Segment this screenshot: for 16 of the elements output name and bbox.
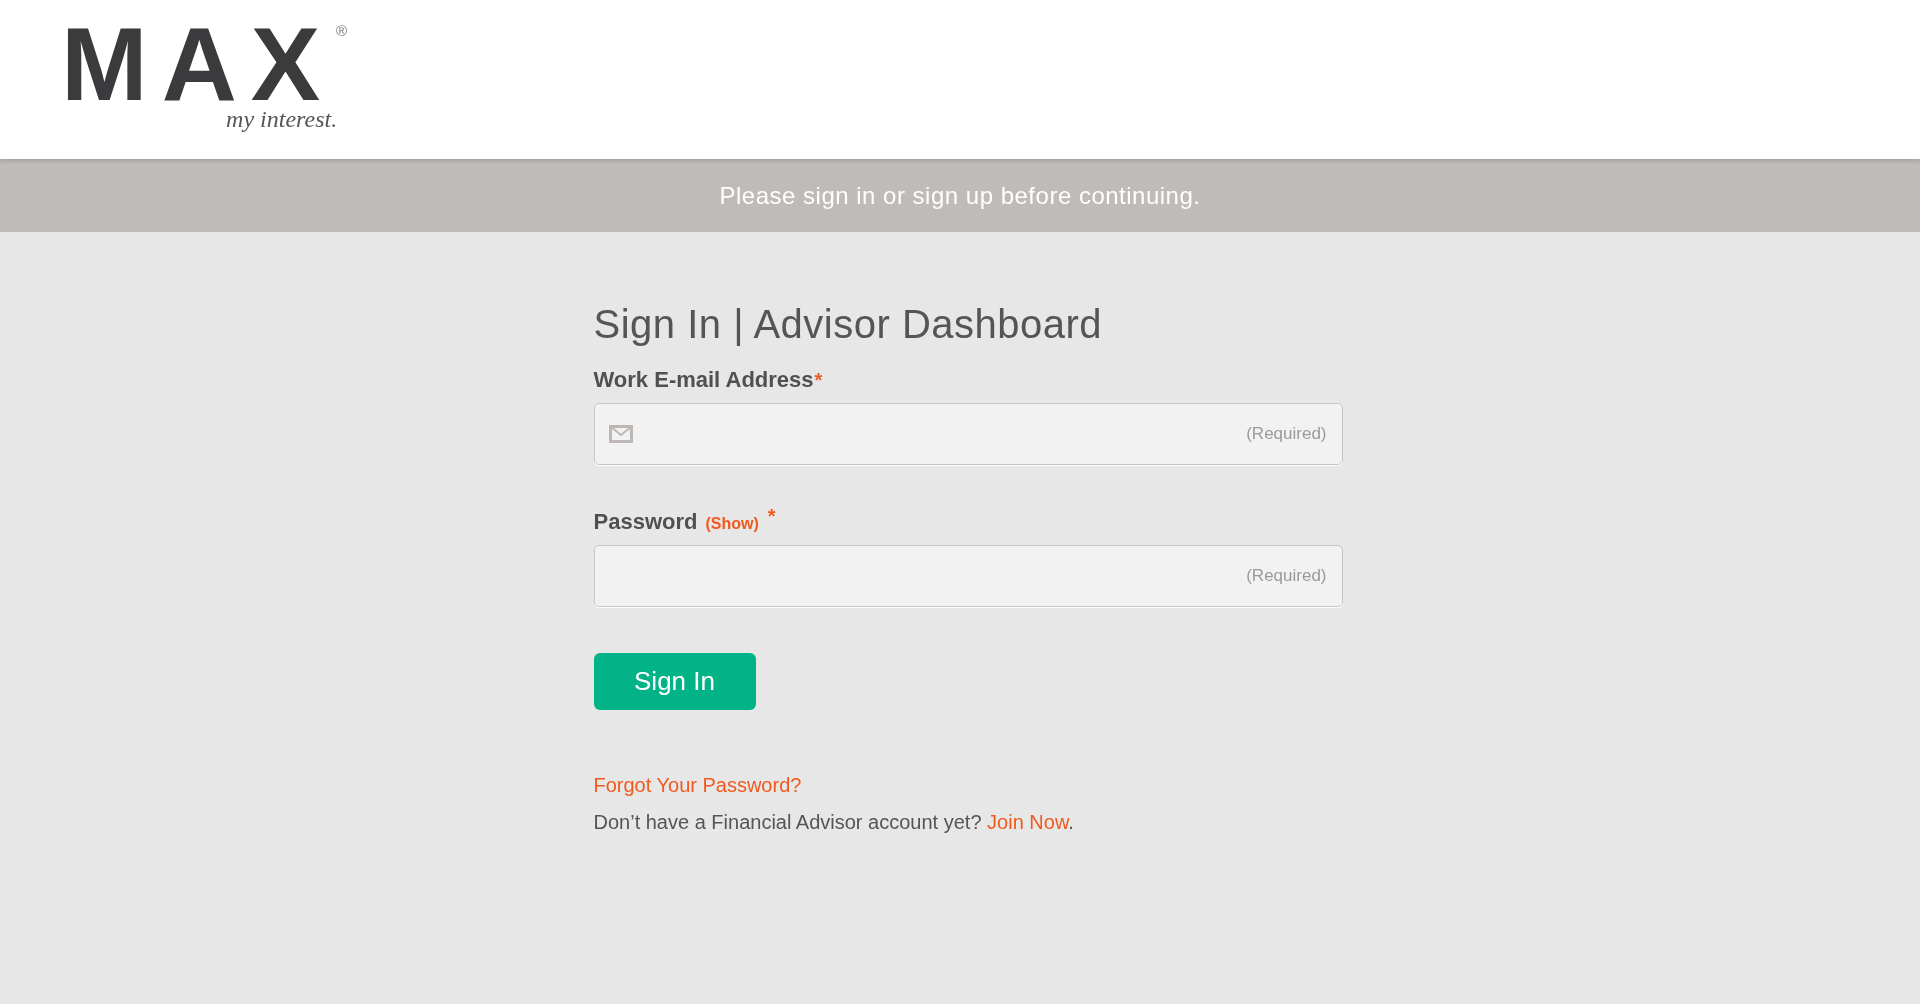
required-mark: * [814,369,823,392]
logo-wordmark: MAX [61,20,335,108]
password-field[interactable]: (Required) [593,545,1343,607]
form-title: Sign In | Advisor Dashboard [593,302,1103,347]
field-label: Password [593,509,698,535]
forgot-password-link[interactable]: Forgot Your Password? [593,774,802,797]
show-password-link[interactable]: (Show) [705,515,759,533]
signup-prompt: Don’t have a Financial Advisor account yet? Join Now. [593,811,1074,834]
logo-tagline: my interest. [226,106,338,133]
join-now-link[interactable]: Join Now [987,811,1069,833]
notice-text: Please sign in or sign up before continuing. [719,181,1201,210]
email-field[interactable]: (Required) [593,403,1343,465]
required-mark: * [767,505,776,528]
sign-in-button[interactable]: Sign In [593,653,756,710]
field-label: Work E-mail Address [593,367,814,393]
registered-mark: ® [336,22,348,39]
